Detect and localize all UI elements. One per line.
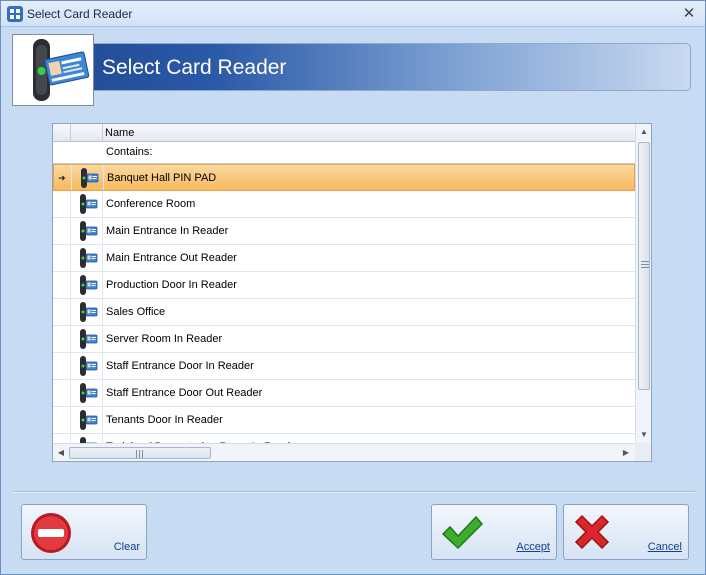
accept-button-label: Accept xyxy=(516,541,550,553)
row-name: Server Room In Reader xyxy=(106,333,223,345)
red-x-icon xyxy=(574,514,610,550)
card-reader-icon xyxy=(80,302,98,322)
row-icon-cell xyxy=(71,434,103,443)
card-reader-icon xyxy=(80,356,98,376)
row-indicator xyxy=(53,299,71,325)
scroll-up-icon[interactable]: ▲ xyxy=(637,127,651,136)
card-reader-icon xyxy=(80,248,98,268)
table-row[interactable]: Sales Office xyxy=(53,299,635,326)
app-grid-icon xyxy=(7,6,23,22)
no-entry-icon xyxy=(31,513,71,553)
grid-rows: ➜ Banquet Hall PIN PAD Conference Room Main… xyxy=(53,164,635,443)
green-check-icon xyxy=(441,515,484,550)
table-row[interactable]: Tenants Door In Reader xyxy=(53,407,635,434)
grip-icon xyxy=(136,450,143,458)
table-row[interactable]: Training / Presentation Room In Reader xyxy=(53,434,635,443)
table-row[interactable]: Staff Entrance Door Out Reader xyxy=(53,380,635,407)
row-indicator xyxy=(53,353,71,379)
row-icon-cell xyxy=(71,380,103,406)
scroll-right-icon[interactable]: ▶ xyxy=(619,448,633,457)
row-name: Production Door In Reader xyxy=(106,279,237,291)
row-indicator xyxy=(53,191,71,217)
icon-column-header xyxy=(71,124,103,142)
horizontal-scroll-thumb[interactable] xyxy=(69,447,211,459)
row-icon-cell xyxy=(71,218,103,244)
current-row-arrow-icon: ➜ xyxy=(58,173,66,183)
row-icon-cell xyxy=(71,245,103,271)
row-name: Staff Entrance Door Out Reader xyxy=(106,387,263,399)
card-reader-with-id-card-icon xyxy=(33,39,90,101)
clear-button-label: Clear xyxy=(113,541,140,553)
row-name: Sales Office xyxy=(106,306,166,318)
table-row[interactable]: ➜ Banquet Hall PIN PAD xyxy=(53,164,635,191)
row-name: Main Entrance Out Reader xyxy=(106,252,237,264)
card-reader-icon xyxy=(80,275,98,295)
horizontal-scrollbar[interactable]: ◀ ▶ xyxy=(53,443,635,461)
table-row[interactable]: Main Entrance Out Reader xyxy=(53,245,635,272)
vertical-scrollbar[interactable]: ▲ ▼ xyxy=(635,124,651,443)
row-indicator xyxy=(53,380,71,406)
select-card-reader-dialog: Select Card Reader ✕ Select Card Reader xyxy=(0,0,706,575)
row-name: Main Entrance In Reader xyxy=(106,225,229,237)
table-row[interactable]: Conference Room xyxy=(53,191,635,218)
row-indicator xyxy=(53,245,71,271)
row-indicator: ➜ xyxy=(54,165,72,190)
vertical-scroll-thumb[interactable] xyxy=(638,142,650,390)
close-icon: ✕ xyxy=(682,5,696,22)
filter-contains-label: Contains: xyxy=(106,146,153,158)
row-icon-cell xyxy=(71,299,103,325)
scroll-corner xyxy=(635,443,651,461)
card-reader-icon xyxy=(80,194,98,214)
header-banner: Select Card Reader xyxy=(15,43,691,91)
table-row[interactable]: Server Room In Reader xyxy=(53,326,635,353)
row-name: Tenants Door In Reader xyxy=(106,414,223,426)
row-icon-cell xyxy=(72,165,104,190)
card-reader-icon xyxy=(80,437,97,443)
column-header-name[interactable]: Name xyxy=(105,127,134,139)
row-indicator xyxy=(53,272,71,298)
close-button[interactable]: ✕ xyxy=(679,4,699,24)
title-bar: Select Card Reader ✕ xyxy=(1,1,705,27)
filter-row[interactable]: Contains: xyxy=(53,142,635,164)
card-reader-icon xyxy=(80,383,98,403)
row-icon-cell xyxy=(71,353,103,379)
header-title: Select Card Reader xyxy=(102,56,287,79)
row-name: Staff Entrance Door In Reader xyxy=(106,360,254,372)
clear-button[interactable]: Clear xyxy=(21,504,147,560)
cancel-button[interactable]: Cancel xyxy=(563,504,689,560)
row-icon-cell xyxy=(71,272,103,298)
grid-header: Name xyxy=(53,124,635,142)
table-row[interactable]: Main Entrance In Reader xyxy=(53,218,635,245)
separator-line xyxy=(13,491,695,493)
window-title: Select Card Reader xyxy=(27,7,133,21)
scroll-down-icon[interactable]: ▼ xyxy=(637,430,651,439)
card-reader-icon xyxy=(80,410,98,430)
indicator-column-header xyxy=(53,124,71,142)
scroll-left-icon[interactable]: ◀ xyxy=(54,448,68,457)
row-indicator xyxy=(53,434,71,443)
card-reader-icon xyxy=(80,221,98,241)
row-indicator xyxy=(53,218,71,244)
header-image xyxy=(12,34,94,106)
row-indicator xyxy=(53,407,71,433)
grip-icon xyxy=(641,261,649,268)
row-indicator xyxy=(53,326,71,352)
row-name: Banquet Hall PIN PAD xyxy=(107,172,217,184)
table-row[interactable]: Production Door In Reader xyxy=(53,272,635,299)
row-icon-cell xyxy=(71,326,103,352)
row-name: Conference Room xyxy=(106,198,196,210)
row-icon-cell xyxy=(71,191,103,217)
row-icon-cell xyxy=(71,407,103,433)
card-reader-icon xyxy=(81,168,99,188)
table-row[interactable]: Staff Entrance Door In Reader xyxy=(53,353,635,380)
accept-button[interactable]: Accept xyxy=(431,504,557,560)
card-reader-icon xyxy=(80,329,98,349)
cancel-button-label: Cancel xyxy=(647,541,682,553)
card-reader-grid: Name Contains: ➜ Banquet Hall PIN PAD Conf… xyxy=(52,123,652,462)
